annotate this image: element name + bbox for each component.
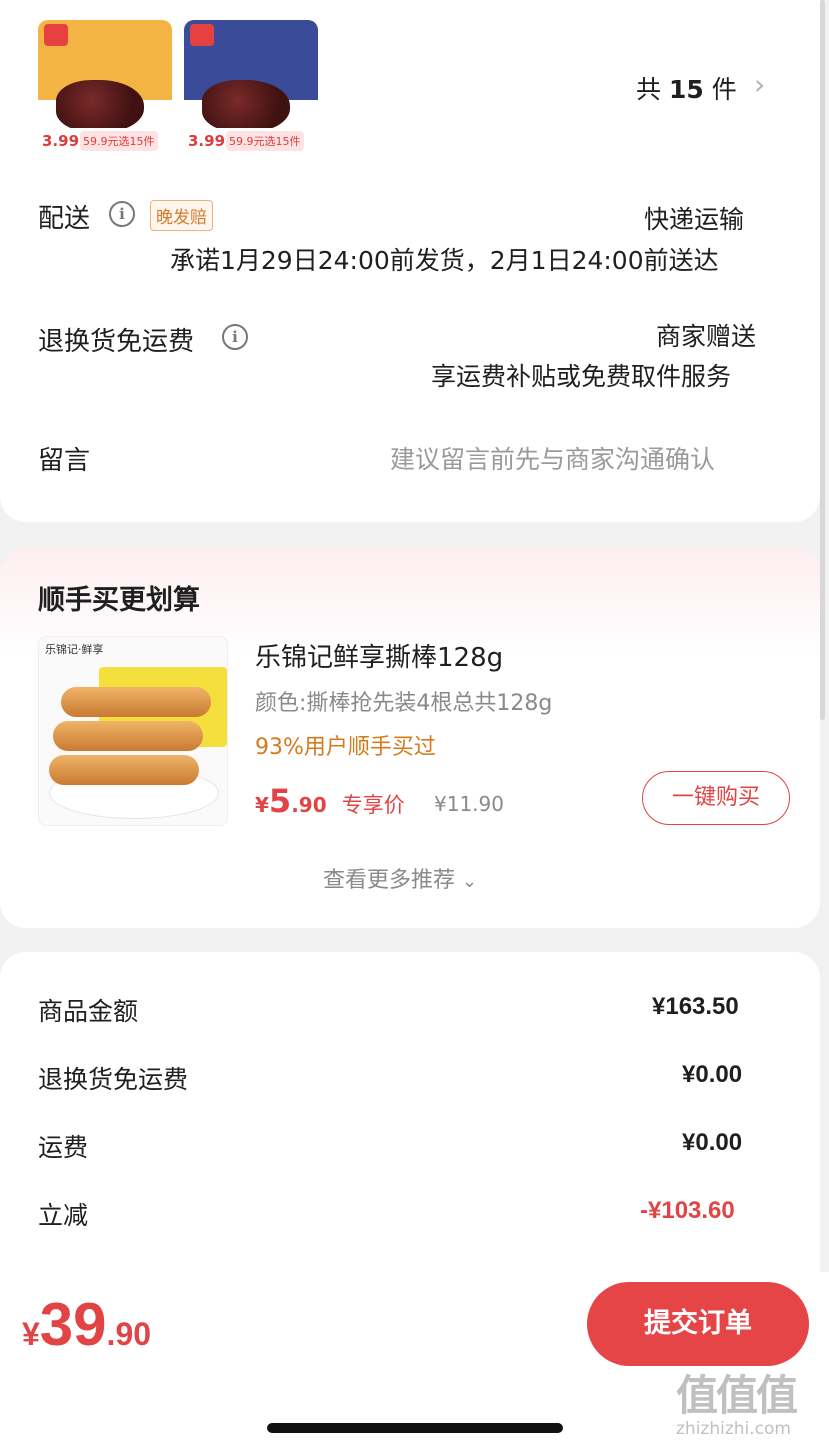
return-shipping-value: 商家赠送 (656, 322, 757, 351)
brand-logo: 乐锦记·鲜享 (45, 643, 104, 656)
product-count[interactable]: 共 15 件 (636, 70, 737, 106)
message-label: 留言 (38, 446, 91, 476)
brand-logo (190, 24, 214, 46)
bread-stick (49, 755, 199, 785)
scrollbar[interactable] (820, 0, 825, 720)
summary-value: ¥163.50 (652, 993, 739, 1020)
info-icon[interactable]: i (222, 324, 248, 350)
summary-label: 运费 (38, 1133, 89, 1162)
recommend-price: ¥5.90 专享价 (255, 782, 405, 820)
recommend-product-name[interactable]: 乐锦记鲜享撕棒128g (255, 637, 503, 674)
submit-order-button[interactable]: 提交订单 (587, 1282, 809, 1366)
delivery-method: 快递运输 (644, 205, 745, 234)
summary-label: 退换货免运费 (38, 1065, 189, 1094)
thumb-price: 3.99 (42, 132, 80, 150)
beef-jerky-image (56, 80, 144, 132)
discount-value: -¥103.60 (640, 1197, 735, 1224)
summary-label: 商品金额 (38, 997, 139, 1026)
return-shipping-label: 退换货免运费 (38, 327, 195, 357)
recommend-title: 顺手买更划算 (38, 585, 200, 616)
price-tag: 3.99 59.9元选15件 (38, 128, 172, 154)
chevron-down-icon: ⌄ (462, 871, 478, 892)
info-icon[interactable]: i (109, 201, 135, 227)
delivery-promise: 承诺1月29日24:00前发货，2月1日24:00前送达 (170, 246, 719, 275)
price-tag: 3.99 59.9元选15件 (184, 128, 318, 154)
delivery-label: 配送 (38, 204, 91, 234)
brand-logo (44, 24, 68, 46)
product-thumbnail-1[interactable]: 3.99 59.9元选15件 (38, 20, 172, 154)
one-click-buy-button[interactable]: 一键购买 (642, 771, 790, 825)
recommend-product-spec: 颜色:撕棒抢先装4根总共128g (255, 691, 553, 716)
return-shipping-sub: 享运费补贴或免费取件服务 (431, 362, 732, 391)
recommend-product-image[interactable]: 乐锦记·鲜享 (38, 636, 228, 826)
home-indicator[interactable] (267, 1423, 563, 1433)
summary-value: ¥0.00 (682, 1129, 743, 1156)
thumb-promo: 59.9元选15件 (226, 131, 304, 151)
thumb-promo: 59.9元选15件 (80, 131, 158, 151)
product-thumbnail-2[interactable]: 3.99 59.9元选15件 (184, 20, 318, 154)
chevron-right-icon[interactable]: › (754, 68, 765, 101)
late-compensation-badge: 晚发赔 (150, 200, 213, 231)
beef-jerky-image (202, 80, 290, 132)
recommend-orig-price: ¥11.90 (434, 792, 504, 816)
summary-label: 立减 (38, 1201, 89, 1230)
bread-stick (61, 687, 211, 717)
bread-stick (53, 721, 203, 751)
watermark: 值值值 zhizhizhi.com (676, 1371, 798, 1439)
view-more-recommend[interactable]: 查看更多推荐 ⌄ (323, 862, 477, 894)
summary-value: ¥0.00 (682, 1061, 743, 1088)
thumb-price: 3.99 (188, 132, 226, 150)
total-price: ¥39.90 (22, 1291, 152, 1358)
recommend-popularity: 93%用户顺手买过 (255, 735, 436, 760)
message-input[interactable]: 建议留言前先与商家沟通确认 (390, 440, 715, 476)
